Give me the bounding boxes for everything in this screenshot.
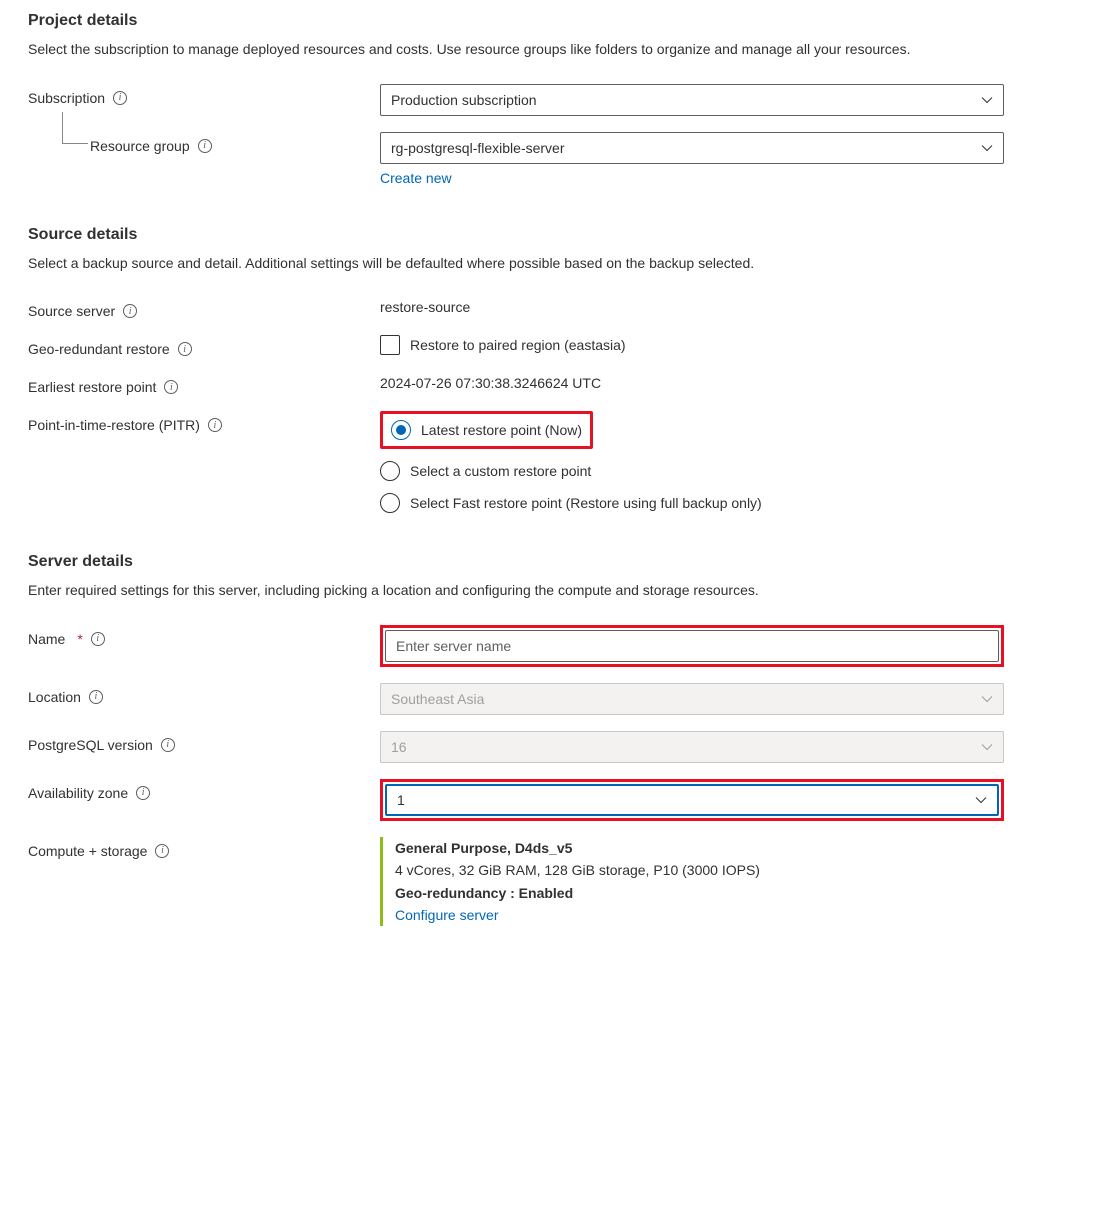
geo-restore-checkbox[interactable] [380, 335, 400, 355]
chevron-down-icon [981, 693, 993, 705]
source-server-label: Source server [28, 303, 115, 319]
earliest-restore-label: Earliest restore point [28, 379, 156, 395]
compute-tier: General Purpose, D4ds_v5 [395, 837, 1004, 859]
info-icon[interactable]: i [155, 844, 169, 858]
info-icon[interactable]: i [113, 91, 127, 105]
source-details-heading: Source details [28, 226, 1074, 244]
create-new-link[interactable]: Create new [380, 170, 452, 186]
pg-version-value: 16 [391, 739, 407, 755]
radio-icon [391, 420, 411, 440]
pitr-radio-fast[interactable]: Select Fast restore point (Restore using… [380, 493, 1004, 513]
info-icon[interactable]: i [208, 418, 222, 432]
location-value: Southeast Asia [391, 691, 484, 707]
subscription-dropdown[interactable]: Production subscription [380, 84, 1004, 116]
source-server-value: restore-source [380, 297, 1004, 315]
resource-group-label: Resource group [90, 138, 190, 154]
resource-group-value: rg-postgresql-flexible-server [391, 140, 565, 156]
compute-specs: 4 vCores, 32 GiB RAM, 128 GiB storage, P… [395, 859, 1004, 881]
server-details-heading: Server details [28, 553, 1074, 571]
availability-zone-label: Availability zone [28, 785, 128, 801]
pitr-radio-latest[interactable]: Latest restore point (Now) [385, 416, 588, 444]
info-icon[interactable]: i [136, 786, 150, 800]
info-icon[interactable]: i [161, 738, 175, 752]
pitr-radio-custom[interactable]: Select a custom restore point [380, 461, 1004, 481]
pitr-radio-custom-label: Select a custom restore point [410, 463, 591, 479]
chevron-down-icon [975, 794, 987, 806]
location-label: Location [28, 689, 81, 705]
subscription-value: Production subscription [391, 92, 537, 108]
source-details-description: Select a backup source and detail. Addit… [28, 254, 1074, 274]
server-name-input[interactable] [385, 630, 999, 662]
info-icon[interactable]: i [91, 632, 105, 646]
earliest-restore-value: 2024-07-26 07:30:38.3246624 UTC [380, 373, 1004, 391]
project-details-description: Select the subscription to manage deploy… [28, 40, 1074, 60]
pg-version-dropdown: 16 [380, 731, 1004, 763]
geo-restore-checkbox-label: Restore to paired region (eastasia) [410, 337, 626, 353]
compute-storage-label: Compute + storage [28, 843, 147, 859]
location-dropdown: Southeast Asia [380, 683, 1004, 715]
tree-line [62, 112, 88, 144]
info-icon[interactable]: i [164, 380, 178, 394]
radio-icon [380, 461, 400, 481]
configure-server-link[interactable]: Configure server [395, 904, 499, 926]
chevron-down-icon [981, 94, 993, 106]
pitr-radio-latest-label: Latest restore point (Now) [421, 422, 582, 438]
pg-version-label: PostgreSQL version [28, 737, 153, 753]
info-icon[interactable]: i [178, 342, 192, 356]
required-indicator: * [77, 631, 82, 647]
project-details-heading: Project details [28, 12, 1074, 30]
pitr-label: Point-in-time-restore (PITR) [28, 417, 200, 433]
info-icon[interactable]: i [89, 690, 103, 704]
compute-geo: Geo-redundancy : Enabled [395, 882, 1004, 904]
radio-icon [380, 493, 400, 513]
availability-zone-dropdown[interactable]: 1 [385, 784, 999, 816]
availability-zone-value: 1 [397, 792, 405, 808]
chevron-down-icon [981, 142, 993, 154]
info-icon[interactable]: i [123, 304, 137, 318]
info-icon[interactable]: i [198, 139, 212, 153]
subscription-label: Subscription [28, 90, 105, 106]
chevron-down-icon [981, 741, 993, 753]
server-details-description: Enter required settings for this server,… [28, 581, 1074, 601]
server-name-label: Name [28, 631, 65, 647]
pitr-radio-fast-label: Select Fast restore point (Restore using… [410, 495, 762, 511]
geo-restore-label: Geo-redundant restore [28, 341, 170, 357]
resource-group-dropdown[interactable]: rg-postgresql-flexible-server [380, 132, 1004, 164]
compute-summary: General Purpose, D4ds_v5 4 vCores, 32 Gi… [380, 837, 1004, 927]
